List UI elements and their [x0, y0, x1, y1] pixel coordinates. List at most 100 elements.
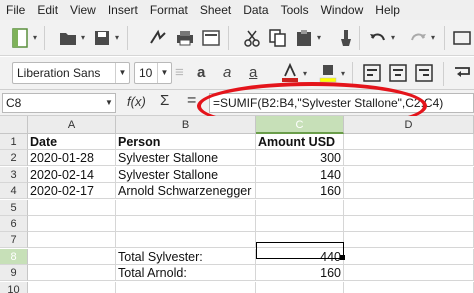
cell-d5[interactable] [344, 199, 474, 216]
open-dropdown-icon[interactable]: ▾ [79, 34, 87, 42]
row-header-1[interactable]: 1 [0, 134, 28, 150]
cell-c1[interactable]: Amount USD [256, 134, 344, 150]
font-size-box[interactable]: 10 ▼ [134, 62, 172, 84]
menu-help[interactable]: Help [369, 0, 406, 20]
row-header-4[interactable]: 4 [0, 183, 28, 200]
highlight-color-icon[interactable] [318, 63, 338, 83]
cell-d1[interactable] [344, 134, 474, 150]
redo-dropdown-icon[interactable]: ▾ [429, 34, 437, 42]
cell-c9[interactable]: 160 [256, 265, 344, 282]
cell-a5[interactable] [28, 199, 116, 216]
cell-d7[interactable] [344, 232, 474, 249]
fill-handle[interactable] [340, 255, 345, 260]
formula-icon[interactable]: = [187, 92, 196, 110]
font-color-icon[interactable] [280, 63, 300, 83]
column-header-d[interactable]: D [344, 116, 474, 134]
column-header-a[interactable]: A [28, 116, 116, 134]
cell-a6[interactable] [28, 216, 116, 232]
cell-d8[interactable] [344, 248, 474, 265]
cell-a9[interactable] [28, 265, 116, 282]
redo-icon[interactable] [408, 28, 428, 48]
save-icon[interactable] [92, 28, 112, 48]
italic-button[interactable]: a [223, 64, 231, 81]
cell-b1[interactable]: Person [116, 134, 256, 150]
highlight-dropdown-icon[interactable]: ▾ [339, 70, 347, 78]
menu-data[interactable]: Data [237, 0, 274, 20]
row-header-2[interactable]: 2 [0, 150, 28, 167]
cut-icon[interactable] [242, 28, 262, 48]
save-dropdown-icon[interactable]: ▾ [113, 34, 121, 42]
cell-d6[interactable] [344, 216, 474, 232]
menu-tools[interactable]: Tools [275, 0, 315, 20]
cell-c10[interactable] [256, 281, 344, 293]
export-pdf-icon[interactable] [148, 28, 168, 48]
new-dropdown-icon[interactable]: ▾ [31, 34, 39, 42]
function-wizard-icon[interactable]: f(x) [127, 94, 146, 109]
chevron-down-icon[interactable]: ▼ [115, 63, 129, 83]
menu-format[interactable]: Format [144, 0, 194, 20]
cell-a2[interactable]: 2020-01-28 [28, 150, 116, 167]
row-header-10[interactable]: 10 [0, 281, 28, 293]
print-icon[interactable] [175, 28, 195, 48]
cell-a3[interactable]: 2020-02-14 [28, 166, 116, 183]
cell-b2[interactable]: Sylvester Stallone [116, 150, 256, 167]
formula-input[interactable]: =SUMIF(B2:B4,"Sylvester Stallone",C2:C4) [209, 93, 474, 113]
clone-icon[interactable] [336, 28, 356, 48]
cell-a7[interactable] [28, 232, 116, 249]
row-header-3[interactable]: 3 [0, 166, 28, 183]
cell-b9[interactable]: Total Arnold: [116, 265, 256, 282]
font-color-dropdown-icon[interactable]: ▾ [301, 70, 309, 78]
row-header-5[interactable]: 5 [0, 199, 28, 216]
cell-b8[interactable]: Total Sylvester: [116, 248, 256, 265]
find-replace-icon[interactable] [452, 28, 472, 48]
bold-button[interactable]: a [197, 64, 205, 81]
menu-insert[interactable]: Insert [102, 0, 144, 20]
cell-b10[interactable] [116, 281, 256, 293]
menu-window[interactable]: Window [315, 0, 370, 20]
cell-d3[interactable] [344, 166, 474, 183]
undo-dropdown-icon[interactable]: ▾ [389, 34, 397, 42]
cell-c2[interactable]: 300 [256, 150, 344, 167]
cell-c4[interactable]: 160 [256, 183, 344, 200]
column-header-b[interactable]: B [116, 116, 256, 134]
new-icon[interactable] [10, 28, 30, 48]
align-center-icon[interactable] [388, 63, 408, 83]
grow-font-icon[interactable]: ≡ [175, 64, 184, 81]
cell-a4[interactable]: 2020-02-17 [28, 183, 116, 200]
underline-button[interactable]: a [249, 64, 257, 81]
cell-d9[interactable] [344, 265, 474, 282]
font-name-box[interactable]: Liberation Sans ▼ [12, 62, 130, 84]
cell-b6[interactable] [116, 216, 256, 232]
open-icon[interactable] [58, 28, 78, 48]
row-header-7[interactable]: 7 [0, 232, 28, 249]
cell-b5[interactable] [116, 199, 256, 216]
print-preview-icon[interactable] [201, 28, 221, 48]
paste-icon[interactable] [294, 28, 314, 48]
menu-edit[interactable]: Edit [31, 0, 64, 20]
cell-b4[interactable]: Arnold Schwarzenegger [116, 183, 256, 200]
cell-c5[interactable] [256, 199, 344, 216]
column-header-c[interactable]: C [256, 116, 344, 134]
align-right-icon[interactable] [414, 63, 434, 83]
cell-a10[interactable] [28, 281, 116, 293]
undo-icon[interactable] [368, 28, 388, 48]
row-header-9[interactable]: 9 [0, 265, 28, 282]
row-header-6[interactable]: 6 [0, 216, 28, 232]
name-box[interactable]: C8 ▼ [2, 93, 116, 113]
cell-a1[interactable]: Date [28, 134, 116, 150]
wrap-text-icon[interactable] [452, 63, 472, 83]
chevron-down-icon[interactable]: ▼ [157, 63, 171, 83]
chevron-down-icon[interactable]: ▼ [103, 94, 115, 112]
cell-c7[interactable] [256, 232, 344, 249]
cell-c8[interactable]: 440 [256, 248, 344, 265]
cell-d4[interactable] [344, 183, 474, 200]
cell-a8[interactable] [28, 248, 116, 265]
cell-b7[interactable] [116, 232, 256, 249]
copy-icon[interactable] [268, 28, 288, 48]
menu-sheet[interactable]: Sheet [194, 0, 237, 20]
cell-c3[interactable]: 140 [256, 166, 344, 183]
cell-c6[interactable] [256, 216, 344, 232]
align-left-icon[interactable] [362, 63, 382, 83]
menu-view[interactable]: View [64, 0, 102, 20]
paste-dropdown-icon[interactable]: ▾ [315, 34, 323, 42]
